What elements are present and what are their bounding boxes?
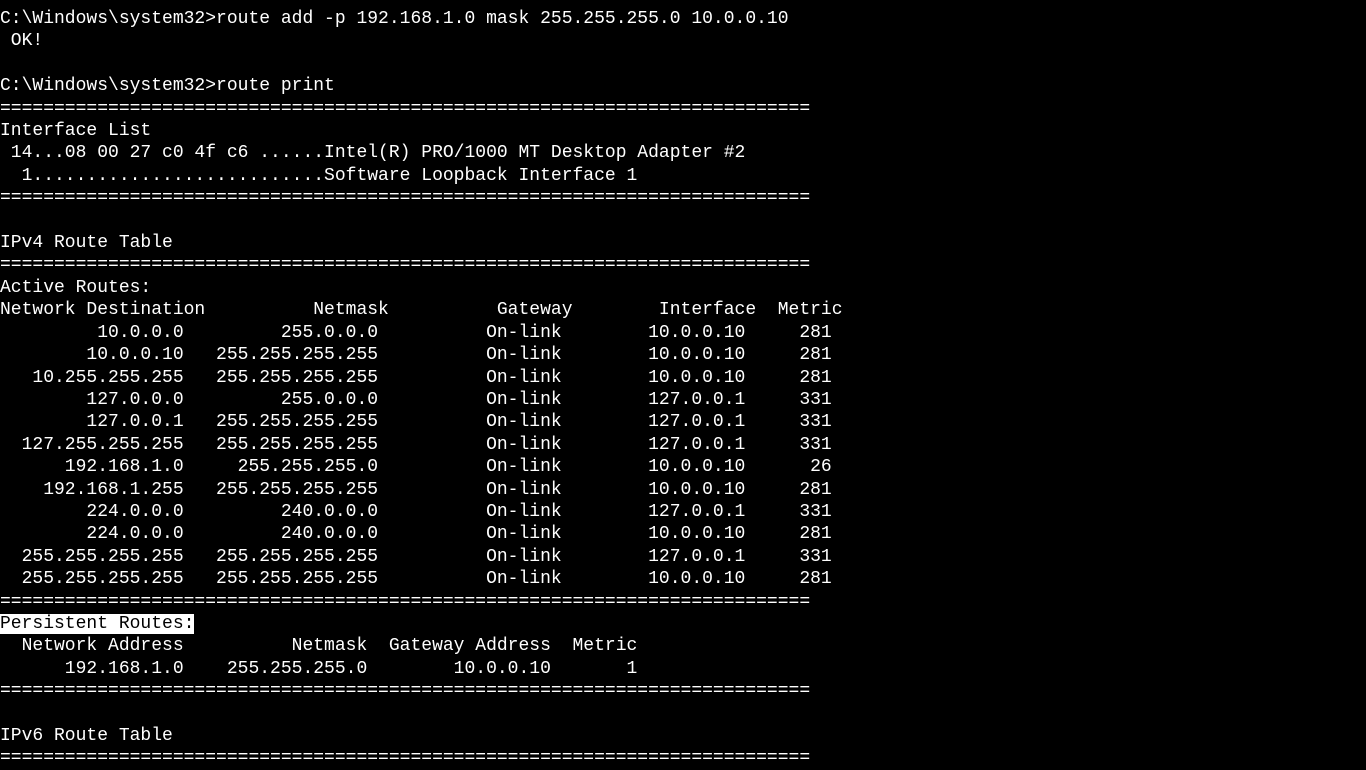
terminal-output: C:\Windows\system32>route add -p 192.168… [0,8,1366,770]
